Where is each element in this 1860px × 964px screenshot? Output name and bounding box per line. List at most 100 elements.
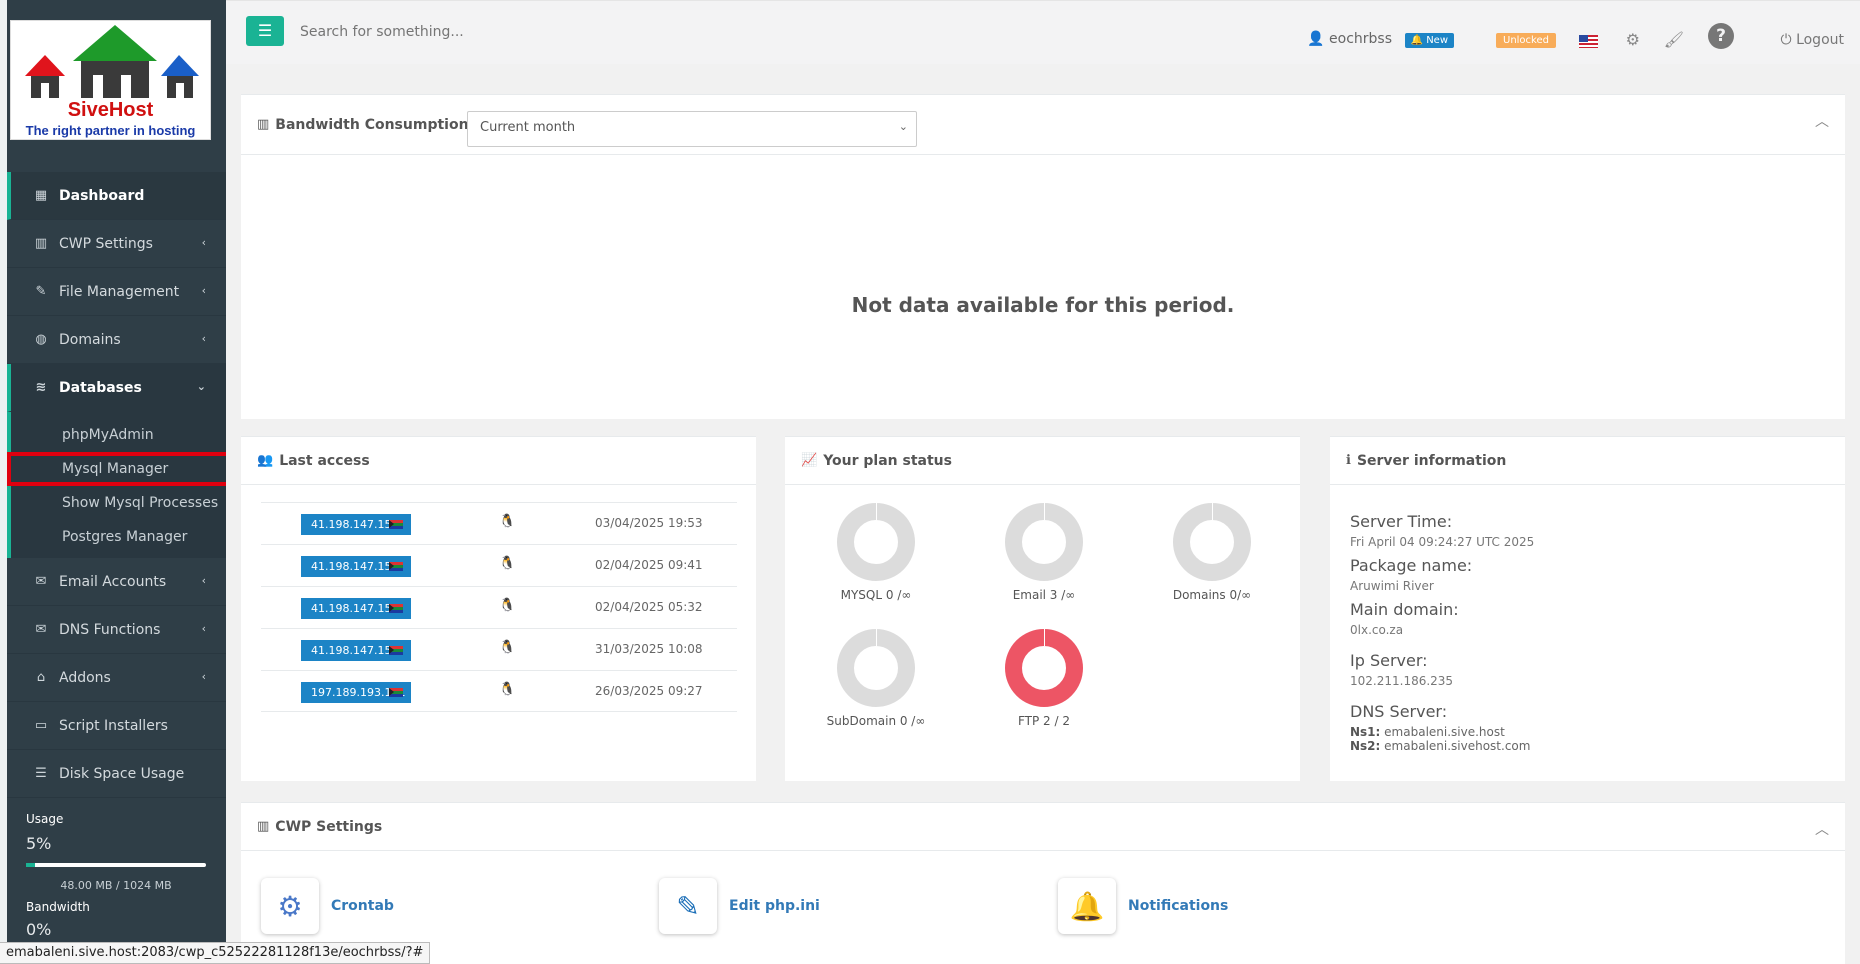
databases-submenu: phpMyAdmin Mysql Manager Show Mysql Proc…	[7, 412, 226, 558]
access-date: 03/04/2025 19:53	[595, 516, 703, 530]
usage-percent: 5%	[26, 834, 52, 853]
sidebar-item-label: Domains	[59, 331, 121, 348]
submenu-item-postgres-manager[interactable]: Postgres Manager	[11, 520, 226, 554]
sidebar-item-label: Script Installers	[59, 717, 168, 734]
crontab-label: Crontab	[331, 898, 394, 914]
ftp-label: FTP 2 / 2	[1017, 714, 1070, 728]
gears-icon[interactable]: ⚙	[1626, 30, 1640, 49]
sidebar-edge	[0, 0, 7, 964]
notifications-shortcut[interactable]: 🔔 Notifications	[1058, 878, 1228, 934]
bandwidth-percent: 0%	[26, 920, 52, 939]
za-flag-icon	[389, 520, 403, 529]
sidebar-item-dashboard[interactable]: ▦ Dashboard	[7, 172, 226, 220]
desktop-icon: ▭	[34, 718, 48, 733]
ns2-row: Ns2: emabaleni.sivehost.com	[1350, 739, 1830, 753]
server-info-panel: ℹ Server information Server Time: Fri Ap…	[1330, 436, 1845, 781]
user-icon: 👤	[1307, 31, 1325, 47]
last-access-header: 👥 Last access	[241, 437, 756, 485]
info-icon: ℹ	[1346, 453, 1351, 468]
submenu-item-phpmyadmin[interactable]: phpMyAdmin	[11, 418, 226, 452]
collapse-icon[interactable]: ︿	[1815, 111, 1829, 131]
bell-icon: 🔔	[1410, 35, 1423, 46]
linux-icon: 🐧	[499, 598, 516, 613]
sidebar-item-email-accounts[interactable]: ✉ Email Accounts ‹	[7, 558, 226, 606]
table-row: 41.198.147.15 🐧 02/04/2025 05:32	[261, 586, 737, 628]
collapse-icon[interactable]: ︿	[1815, 819, 1829, 839]
search-input[interactable]	[300, 17, 660, 47]
cwp-settings-header: ▥ CWP Settings	[241, 803, 1845, 851]
new-badge-label: New	[1426, 35, 1448, 46]
sidebar-item-dns-functions[interactable]: ✉ DNS Functions ‹	[7, 606, 226, 654]
chevron-left-icon: ‹	[201, 622, 206, 635]
logout-button[interactable]: ⏻ Logout	[1781, 32, 1844, 48]
access-date: 02/04/2025 09:41	[595, 558, 703, 572]
ns2-label: Ns2:	[1350, 739, 1381, 753]
ns1-value: emabaleni.sive.host	[1384, 725, 1505, 739]
edit-php-ini-label: Edit php.ini	[729, 898, 820, 914]
server-info-list: Server Time: Fri April 04 09:24:27 UTC 2…	[1350, 505, 1830, 753]
chevron-left-icon: ‹	[201, 574, 206, 587]
ip-server-label: Ip Server:	[1350, 651, 1428, 670]
linux-icon: 🐧	[499, 640, 516, 655]
sidebar-item-databases[interactable]: ≋ Databases ⌄	[7, 364, 226, 412]
brush-icon[interactable]: 🖌	[1664, 30, 1684, 49]
help-icon[interactable]: ?	[1708, 23, 1734, 49]
notifications-label: Notifications	[1128, 898, 1229, 914]
logo-brand: SiveHost	[67, 99, 154, 121]
last-access-table: 41.198.147.15 🐧 03/04/2025 19:53 41.198.…	[261, 502, 737, 712]
server-info-header: ℹ Server information	[1330, 437, 1845, 485]
linux-icon: 🐧	[499, 682, 516, 697]
sidebar-item-label: Addons	[59, 669, 111, 686]
submenu-item-show-mysql-processes[interactable]: Show Mysql Processes	[11, 486, 226, 520]
za-flag-icon	[389, 562, 403, 571]
sidebar-item-addons[interactable]: ⌂ Addons ‹	[7, 654, 226, 702]
sidebar-nav: ▦ Dashboard ▥ CWP Settings ‹ ✎ File Mana…	[7, 172, 226, 798]
za-flag-icon	[389, 688, 403, 697]
bandwidth-panel: ▥ Bandwidth Consumption Current month ⌄ …	[241, 94, 1845, 419]
last-access-title: Last access	[279, 452, 370, 469]
edit-icon: ✎	[35, 284, 47, 299]
za-flag-icon	[389, 604, 403, 613]
sidebar-item-script-installers[interactable]: ▭ Script Installers	[7, 702, 226, 750]
edit-php-ini-shortcut[interactable]: ✎ Edit php.ini	[659, 878, 820, 934]
subdomain-donut	[837, 629, 915, 707]
ftp-donut	[1005, 629, 1083, 707]
sidebar-item-cwp-settings[interactable]: ▥ CWP Settings ‹	[7, 220, 226, 268]
access-date: 02/04/2025 05:32	[595, 600, 703, 614]
list-icon: ☰	[35, 766, 47, 781]
sidebar-item-disk-space-usage[interactable]: ☰ Disk Space Usage	[7, 750, 226, 798]
houses-logo-icon	[25, 25, 199, 98]
ns1-label: Ns1:	[1350, 725, 1381, 739]
crontab-icon: ⚙	[261, 878, 319, 934]
us-flag-icon[interactable]	[1579, 35, 1598, 48]
bar-chart-icon: ▥	[257, 117, 270, 132]
plan-status-header: 📈 Your plan status	[785, 437, 1300, 485]
logo[interactable]: SiveHost The right partner in hosting	[10, 20, 211, 140]
logout-label: Logout	[1796, 32, 1844, 48]
menu-toggle-button[interactable]: ☰	[246, 16, 284, 46]
ip-server: 102.211.186.235	[1350, 674, 1454, 688]
sidebar-item-file-management[interactable]: ✎ File Management ‹	[7, 268, 226, 316]
globe-icon: ◍	[35, 332, 47, 347]
unlocked-badge[interactable]: Unlocked	[1496, 33, 1556, 48]
period-select[interactable]: Current month ⌄	[467, 111, 917, 147]
mysql-label: MYSQL 0 /∞	[840, 588, 912, 602]
linux-icon: 🐧	[499, 514, 516, 529]
ns1-row: Ns1: emabaleni.sive.host	[1350, 725, 1830, 739]
domains-donut	[1173, 503, 1251, 581]
chevron-left-icon: ‹	[201, 284, 206, 297]
sidebar-item-domains[interactable]: ◍ Domains ‹	[7, 316, 226, 364]
sidebar-item-label: CWP Settings	[59, 235, 153, 252]
bandwidth-label: Bandwidth	[26, 900, 90, 914]
cwp-settings-panel: ▥ CWP Settings ︿	[241, 802, 1845, 964]
ns2-value: emabaleni.sivehost.com	[1384, 739, 1531, 753]
topbar: ☰ 👤 eochrbss 🔔 New Unlocked ⚙ 🖌 ? ⏻ Logo…	[226, 0, 1860, 64]
sidebar-item-label: DNS Functions	[59, 621, 161, 638]
crontab-shortcut[interactable]: ⚙ Crontab	[261, 878, 394, 934]
access-date: 26/03/2025 09:27	[595, 684, 703, 698]
new-badge[interactable]: 🔔 New	[1404, 33, 1454, 48]
usage-detail: 48.00 MB / 1024 MB	[60, 879, 172, 892]
submenu-item-mysql-manager[interactable]: Mysql Manager	[7, 452, 226, 486]
user-menu[interactable]: 👤 eochrbss	[1307, 31, 1392, 47]
username: eochrbss	[1329, 31, 1392, 47]
